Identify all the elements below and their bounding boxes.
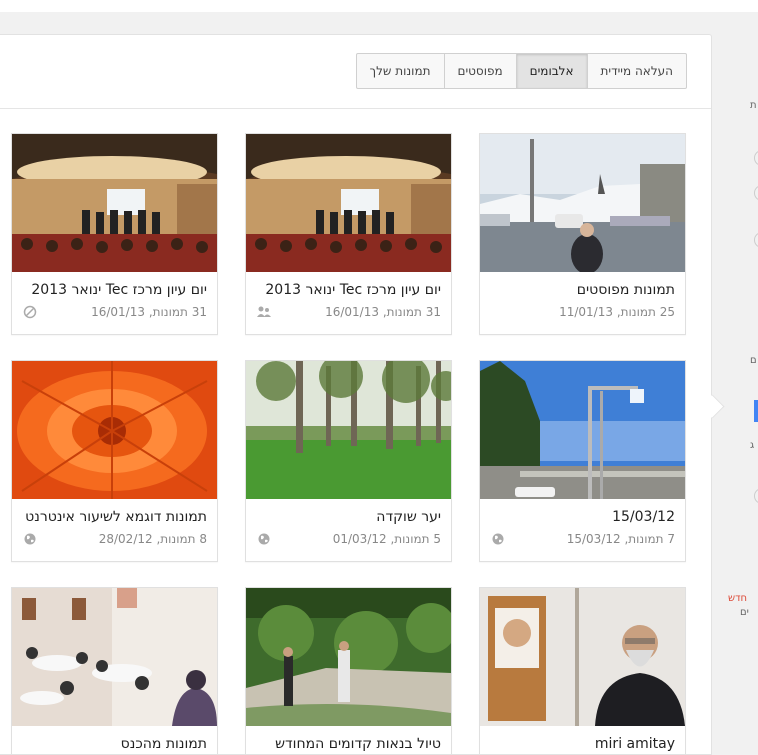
top-band [0,0,758,12]
globe-icon [24,533,36,545]
album-thumbnail[interactable] [12,361,217,499]
right-column: ת ם ג חדש ים [714,0,758,755]
side-circle-icon[interactable] [754,150,758,166]
album-thumbnail[interactable] [480,134,685,272]
tab-from-posts[interactable]: מפוסטים [445,54,517,88]
new-label[interactable]: חדש [728,593,747,604]
globe-icon [492,533,504,545]
globe-icon [258,533,270,545]
album-thumbnail[interactable] [12,588,217,726]
album-title: יום עיון מרכז Tec ינואר 2013 [31,282,207,298]
tab-your-photos[interactable]: תמונות שלך [357,54,445,88]
view-tabs: תמונות שלך מפוסטים אלבומים העלאה מיידית [355,53,687,89]
album-meta: 31 תמונות, 16/01/13 [325,305,441,319]
album-meta: 31 תמונות, 16/01/13 [91,305,207,319]
tab-instant-upload[interactable]: העלאה מיידית [588,54,687,88]
album-card[interactable]: טיול בנאות קדומים המחודש [245,587,452,754]
album-title: miri amitay [594,736,675,752]
album-card[interactable]: תמונות מפוסטים 25 תמונות, 11/01/13 [479,133,686,335]
album-card[interactable]: יום עיון מרכז Tec ינואר 2013 31 תמונות, … [11,133,218,335]
album-title: 15/03/12 [612,509,675,525]
album-title: טיול בנאות קדומים המחודש [275,736,441,752]
album-card[interactable]: תמונות מהכנס [11,587,218,754]
album-meta: 5 תמונות, 01/03/12 [332,532,441,546]
panel-header: תמונות שלך מפוסטים אלבומים העלאה מיידית [0,35,711,109]
album-thumbnail[interactable] [246,361,451,499]
album-card[interactable]: יער שוקדה 5 תמונות, 01/03/12 [245,360,452,562]
blocked-icon [23,305,37,319]
photos-panel: תמונות שלך מפוסטים אלבומים העלאה מיידית [0,34,712,755]
side-circle-icon[interactable] [754,488,758,504]
album-title: תמונות מפוסטים [576,282,675,298]
right-text-fragment: ת [750,100,757,111]
active-indicator [754,400,758,422]
album-card[interactable]: תמונות דוגמא לשיעור אינטרנט 8 תמונות, 28… [11,360,218,562]
side-circle-icon[interactable] [754,185,758,201]
right-text-fragment: ם [750,355,757,366]
album-title: יום עיון מרכז Tec ינואר 2013 [265,282,441,298]
album-meta: 8 תמונות, 28/02/12 [98,532,207,546]
right-text-fragment: ג [750,440,755,451]
album-title: תמונות דוגמא לשיעור אינטרנט [25,509,207,525]
album-thumbnail[interactable] [480,361,685,499]
album-thumbnail[interactable] [480,588,685,726]
album-thumbnail[interactable] [246,134,451,272]
album-thumbnail[interactable] [246,588,451,726]
album-meta: 7 תמונות, 15/03/12 [566,532,675,546]
tab-albums[interactable]: אלבומים [516,54,588,88]
album-title: תמונות מהכנס [120,736,207,752]
album-title: יער שוקדה [376,509,441,525]
side-circle-icon[interactable] [754,232,758,248]
album-card[interactable]: 15/03/12 7 תמונות, 15/03/12 [479,360,686,562]
people-icon [257,306,271,317]
album-meta: 25 תמונות, 11/01/13 [559,305,675,319]
album-card[interactable]: miri amitay [479,587,686,754]
right-text-fragment: ים [740,607,749,618]
album-card[interactable]: יום עיון מרכז Tec ינואר 2013 31 תמונות, … [245,133,452,335]
album-thumbnail[interactable] [12,134,217,272]
